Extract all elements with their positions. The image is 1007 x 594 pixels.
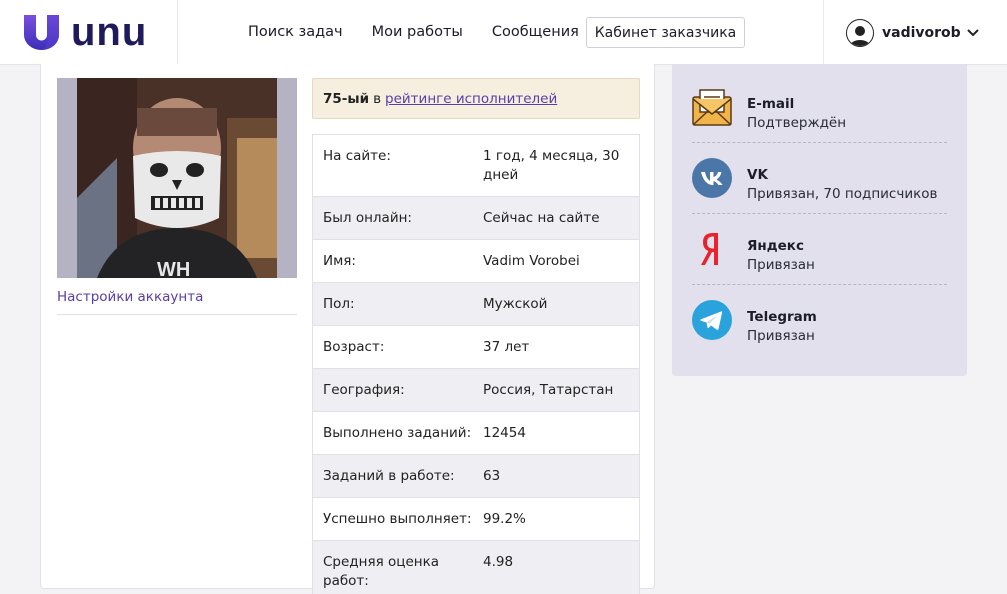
verification-status: Подтверждён <box>747 115 847 131</box>
yandex-icon <box>701 233 718 265</box>
verification-email: E-mail Подтверждён <box>692 72 947 143</box>
verification-telegram: Telegram Привязан <box>692 285 947 356</box>
table-row: Возраст: 37 лет <box>313 325 639 368</box>
nav-my-works[interactable]: Мои работы <box>372 24 463 40</box>
svg-text:WH: WH <box>157 259 190 278</box>
rating-preposition: в <box>373 90 382 107</box>
user-name: vadivorob <box>882 24 961 41</box>
avatar-icon <box>846 18 874 47</box>
telegram-icon <box>692 300 732 340</box>
nav-find-tasks[interactable]: Поиск задач <box>248 24 343 40</box>
profile-photo[interactable]: WH <box>57 78 297 278</box>
verification-title: E-mail <box>747 96 795 112</box>
chevron-down-icon <box>966 28 979 36</box>
row-key: Успешно выполняет: <box>323 511 472 527</box>
rating-banner: 75-ый в рейтинге исполнителей <box>312 78 640 119</box>
email-icon <box>692 89 732 126</box>
nav-messages[interactable]: Сообщения <box>492 24 579 40</box>
customer-cabinet-button[interactable]: Кабинет заказчика <box>586 17 745 48</box>
row-key: Возраст: <box>323 339 385 355</box>
header-divider <box>177 0 178 64</box>
logo-text: unu <box>71 10 148 54</box>
row-value: Россия, Татарстан <box>483 382 614 398</box>
row-value: 63 <box>483 468 501 484</box>
row-key: Средняя оценка работ: <box>323 554 440 589</box>
verification-status: Привязан <box>747 257 815 273</box>
verification-title: VK <box>747 167 768 183</box>
table-row: На сайте: 1 год, 4 месяца, 30 дней <box>313 135 639 196</box>
table-row: Пол: Мужской <box>313 282 639 325</box>
table-row: Имя: Vadim Vorobei <box>313 239 639 282</box>
header-divider <box>823 0 824 64</box>
profile-info-table: На сайте: 1 год, 4 месяца, 30 дней Был о… <box>312 134 640 594</box>
profile-photo-image: WH <box>77 78 277 278</box>
table-row: Был онлайн: Сейчас на сайте <box>313 196 639 239</box>
table-row: Выполнено заданий: 12454 <box>313 411 639 454</box>
table-row: Средняя оценка работ: 4.98 <box>313 540 639 594</box>
row-value: 12454 <box>483 425 526 441</box>
row-key: На сайте: <box>323 148 391 164</box>
table-row: Заданий в работе: 63 <box>313 454 639 497</box>
row-value: 1 год, 4 месяца, 30 дней <box>483 148 620 183</box>
account-settings-link[interactable]: Настройки аккаунта <box>57 289 203 305</box>
row-value: 99.2% <box>483 511 526 527</box>
top-header: unu Поиск задач Мои работы Сообщения Каб… <box>0 0 1007 65</box>
verification-status: Привязан, 70 подписчиков <box>747 186 938 202</box>
verification-yandex: Яндекс Привязан <box>692 214 947 285</box>
row-value: 37 лет <box>483 339 530 355</box>
row-value: Мужской <box>483 296 548 312</box>
row-value: Сейчас на сайте <box>483 210 600 226</box>
row-key: Имя: <box>323 253 356 269</box>
verification-title: Telegram <box>747 309 817 325</box>
table-row: Успешно выполняет: 99.2% <box>313 497 639 540</box>
rating-place: 75-ый <box>323 90 370 107</box>
row-key: Выполнено заданий: <box>323 425 472 441</box>
vk-icon <box>692 158 732 198</box>
divider <box>57 314 297 315</box>
row-key: Заданий в работе: <box>323 468 455 484</box>
user-menu[interactable]: vadivorob <box>846 18 979 47</box>
row-key: География: <box>323 382 405 398</box>
row-key: Пол: <box>323 296 355 312</box>
rating-link[interactable]: рейтинге исполнителей <box>385 91 557 107</box>
row-key: Был онлайн: <box>323 210 412 226</box>
table-row: География: Россия, Татарстан <box>313 368 639 411</box>
logo[interactable]: unu <box>24 10 148 54</box>
row-value: 4.98 <box>483 554 514 570</box>
verification-panel: E-mail Подтверждён VK Привязан, 70 подпи… <box>672 64 967 376</box>
verification-vk: VK Привязан, 70 подписчиков <box>692 143 947 214</box>
verification-status: Привязан <box>747 328 815 344</box>
profile-card: WH Настройки аккаунта 75-ый в рейтинге и… <box>40 64 655 594</box>
logo-icon <box>24 14 59 50</box>
row-value: Vadim Vorobei <box>483 253 580 269</box>
main-nav: Поиск задач Мои работы Сообщения <box>248 0 608 64</box>
verification-title: Яндекс <box>747 238 804 254</box>
